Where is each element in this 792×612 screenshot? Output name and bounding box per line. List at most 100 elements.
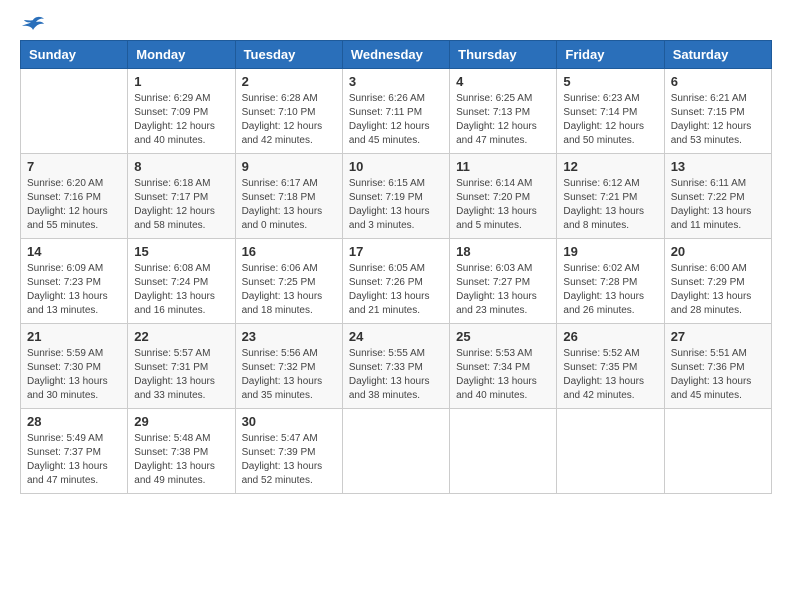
day-info: Sunrise: 5:52 AMSunset: 7:35 PMDaylight:… bbox=[563, 347, 657, 403]
day-info: Sunrise: 5:59 AMSunset: 7:30 PMDaylight:… bbox=[27, 347, 121, 403]
day-number: 13 bbox=[671, 159, 765, 174]
calendar-cell: 12 Sunrise: 6:12 AMSunset: 7:21 PMDayligh… bbox=[557, 154, 664, 239]
calendar-table: SundayMondayTuesdayWednesdayThursdayFrid… bbox=[20, 40, 772, 494]
day-number: 19 bbox=[563, 244, 657, 259]
day-info: Sunrise: 5:48 AMSunset: 7:38 PMDaylight:… bbox=[134, 432, 228, 488]
day-number: 15 bbox=[134, 244, 228, 259]
calendar-cell: 8 Sunrise: 6:18 AMSunset: 7:17 PMDaylight… bbox=[128, 154, 235, 239]
day-number: 23 bbox=[242, 329, 336, 344]
day-info: Sunrise: 6:06 AMSunset: 7:25 PMDaylight:… bbox=[242, 262, 336, 318]
day-info: Sunrise: 6:03 AMSunset: 7:27 PMDaylight:… bbox=[456, 262, 550, 318]
calendar-cell: 17 Sunrise: 6:05 AMSunset: 7:26 PMDayligh… bbox=[342, 239, 449, 324]
day-number: 22 bbox=[134, 329, 228, 344]
calendar-cell: 14 Sunrise: 6:09 AMSunset: 7:23 PMDayligh… bbox=[21, 239, 128, 324]
day-number: 12 bbox=[563, 159, 657, 174]
calendar-cell: 10 Sunrise: 6:15 AMSunset: 7:19 PMDayligh… bbox=[342, 154, 449, 239]
calendar-week-row: 21 Sunrise: 5:59 AMSunset: 7:30 PMDayligh… bbox=[21, 324, 772, 409]
day-info: Sunrise: 6:26 AMSunset: 7:11 PMDaylight:… bbox=[349, 92, 443, 148]
day-number: 5 bbox=[563, 74, 657, 89]
day-number: 20 bbox=[671, 244, 765, 259]
calendar-week-row: 28 Sunrise: 5:49 AMSunset: 7:37 PMDayligh… bbox=[21, 409, 772, 494]
day-number: 14 bbox=[27, 244, 121, 259]
day-info: Sunrise: 5:55 AMSunset: 7:33 PMDaylight:… bbox=[349, 347, 443, 403]
calendar-cell: 13 Sunrise: 6:11 AMSunset: 7:22 PMDayligh… bbox=[664, 154, 771, 239]
day-number: 24 bbox=[349, 329, 443, 344]
calendar-header-thursday: Thursday bbox=[450, 41, 557, 69]
calendar-cell: 1 Sunrise: 6:29 AMSunset: 7:09 PMDaylight… bbox=[128, 69, 235, 154]
day-number: 1 bbox=[134, 74, 228, 89]
calendar-cell: 30 Sunrise: 5:47 AMSunset: 7:39 PMDayligh… bbox=[235, 409, 342, 494]
day-info: Sunrise: 5:56 AMSunset: 7:32 PMDaylight:… bbox=[242, 347, 336, 403]
day-number: 11 bbox=[456, 159, 550, 174]
calendar-cell: 6 Sunrise: 6:21 AMSunset: 7:15 PMDaylight… bbox=[664, 69, 771, 154]
day-info: Sunrise: 6:09 AMSunset: 7:23 PMDaylight:… bbox=[27, 262, 121, 318]
calendar-cell: 7Sunrise: 6:20 AMSunset: 7:16 PMDaylight… bbox=[21, 154, 128, 239]
logo-bird-icon bbox=[22, 16, 44, 34]
day-info: Sunrise: 6:14 AMSunset: 7:20 PMDaylight:… bbox=[456, 177, 550, 233]
day-info: Sunrise: 5:47 AMSunset: 7:39 PMDaylight:… bbox=[242, 432, 336, 488]
day-info: Sunrise: 5:51 AMSunset: 7:36 PMDaylight:… bbox=[671, 347, 765, 403]
day-number: 28 bbox=[27, 414, 121, 429]
day-number: 6 bbox=[671, 74, 765, 89]
calendar-cell: 26Sunrise: 5:52 AMSunset: 7:35 PMDayligh… bbox=[557, 324, 664, 409]
day-number: 17 bbox=[349, 244, 443, 259]
day-number: 21 bbox=[27, 329, 121, 344]
page-header bbox=[20, 20, 772, 30]
day-number: 2 bbox=[242, 74, 336, 89]
calendar-cell: 28 Sunrise: 5:49 AMSunset: 7:37 PMDayligh… bbox=[21, 409, 128, 494]
day-info: Sunrise: 6:23 AMSunset: 7:14 PMDaylight:… bbox=[563, 92, 657, 148]
day-number: 10 bbox=[349, 159, 443, 174]
day-info: Sunrise: 6:17 AMSunset: 7:18 PMDaylight:… bbox=[242, 177, 336, 233]
day-number: 7 bbox=[27, 159, 121, 174]
calendar-week-row: 14 Sunrise: 6:09 AMSunset: 7:23 PMDayligh… bbox=[21, 239, 772, 324]
calendar-header-sunday: Sunday bbox=[21, 41, 128, 69]
calendar-cell: 18 Sunrise: 6:03 AMSunset: 7:27 PMDayligh… bbox=[450, 239, 557, 324]
day-info: Sunrise: 6:29 AMSunset: 7:09 PMDaylight:… bbox=[134, 92, 228, 148]
calendar-cell: 15 Sunrise: 6:08 AMSunset: 7:24 PMDayligh… bbox=[128, 239, 235, 324]
calendar-cell: 23 Sunrise: 5:56 AMSunset: 7:32 PMDayligh… bbox=[235, 324, 342, 409]
calendar-header-friday: Friday bbox=[557, 41, 664, 69]
day-info: Sunrise: 6:11 AMSunset: 7:22 PMDaylight:… bbox=[671, 177, 765, 233]
day-info: Sunrise: 5:53 AMSunset: 7:34 PMDaylight:… bbox=[456, 347, 550, 403]
calendar-cell: 9 Sunrise: 6:17 AMSunset: 7:18 PMDaylight… bbox=[235, 154, 342, 239]
calendar-week-row: 7Sunrise: 6:20 AMSunset: 7:16 PMDaylight… bbox=[21, 154, 772, 239]
day-number: 25 bbox=[456, 329, 550, 344]
day-info: Sunrise: 6:15 AMSunset: 7:19 PMDaylight:… bbox=[349, 177, 443, 233]
day-number: 30 bbox=[242, 414, 336, 429]
calendar-week-row: 1 Sunrise: 6:29 AMSunset: 7:09 PMDaylight… bbox=[21, 69, 772, 154]
calendar-cell bbox=[342, 409, 449, 494]
calendar-cell: 25 Sunrise: 5:53 AMSunset: 7:34 PMDayligh… bbox=[450, 324, 557, 409]
day-number: 18 bbox=[456, 244, 550, 259]
day-info: Sunrise: 6:08 AMSunset: 7:24 PMDaylight:… bbox=[134, 262, 228, 318]
day-number: 16 bbox=[242, 244, 336, 259]
calendar-cell: 4 Sunrise: 6:25 AMSunset: 7:13 PMDaylight… bbox=[450, 69, 557, 154]
day-info: Sunrise: 5:49 AMSunset: 7:37 PMDaylight:… bbox=[27, 432, 121, 488]
day-number: 29 bbox=[134, 414, 228, 429]
calendar-cell bbox=[21, 69, 128, 154]
day-info: Sunrise: 6:02 AMSunset: 7:28 PMDaylight:… bbox=[563, 262, 657, 318]
calendar-cell: 22 Sunrise: 5:57 AMSunset: 7:31 PMDayligh… bbox=[128, 324, 235, 409]
calendar-cell: 21 Sunrise: 5:59 AMSunset: 7:30 PMDayligh… bbox=[21, 324, 128, 409]
day-number: 8 bbox=[134, 159, 228, 174]
calendar-header-row: SundayMondayTuesdayWednesdayThursdayFrid… bbox=[21, 41, 772, 69]
day-info: Sunrise: 5:57 AMSunset: 7:31 PMDaylight:… bbox=[134, 347, 228, 403]
calendar-cell bbox=[450, 409, 557, 494]
day-info: Sunrise: 6:25 AMSunset: 7:13 PMDaylight:… bbox=[456, 92, 550, 148]
calendar-header-tuesday: Tuesday bbox=[235, 41, 342, 69]
calendar-cell: 24 Sunrise: 5:55 AMSunset: 7:33 PMDayligh… bbox=[342, 324, 449, 409]
day-info: Sunrise: 6:00 AMSunset: 7:29 PMDaylight:… bbox=[671, 262, 765, 318]
day-info: Sunrise: 6:18 AMSunset: 7:17 PMDaylight:… bbox=[134, 177, 228, 233]
calendar-cell: 11 Sunrise: 6:14 AMSunset: 7:20 PMDayligh… bbox=[450, 154, 557, 239]
day-info: Sunrise: 6:05 AMSunset: 7:26 PMDaylight:… bbox=[349, 262, 443, 318]
calendar-cell: 2Sunrise: 6:28 AMSunset: 7:10 PMDaylight… bbox=[235, 69, 342, 154]
day-info: Sunrise: 6:21 AMSunset: 7:15 PMDaylight:… bbox=[671, 92, 765, 148]
day-number: 3 bbox=[349, 74, 443, 89]
day-number: 4 bbox=[456, 74, 550, 89]
day-number: 9 bbox=[242, 159, 336, 174]
calendar-cell bbox=[557, 409, 664, 494]
calendar-header-wednesday: Wednesday bbox=[342, 41, 449, 69]
calendar-header-saturday: Saturday bbox=[664, 41, 771, 69]
calendar-cell: 27Sunrise: 5:51 AMSunset: 7:36 PMDayligh… bbox=[664, 324, 771, 409]
day-info: Sunrise: 6:12 AMSunset: 7:21 PMDaylight:… bbox=[563, 177, 657, 233]
logo bbox=[20, 20, 44, 30]
